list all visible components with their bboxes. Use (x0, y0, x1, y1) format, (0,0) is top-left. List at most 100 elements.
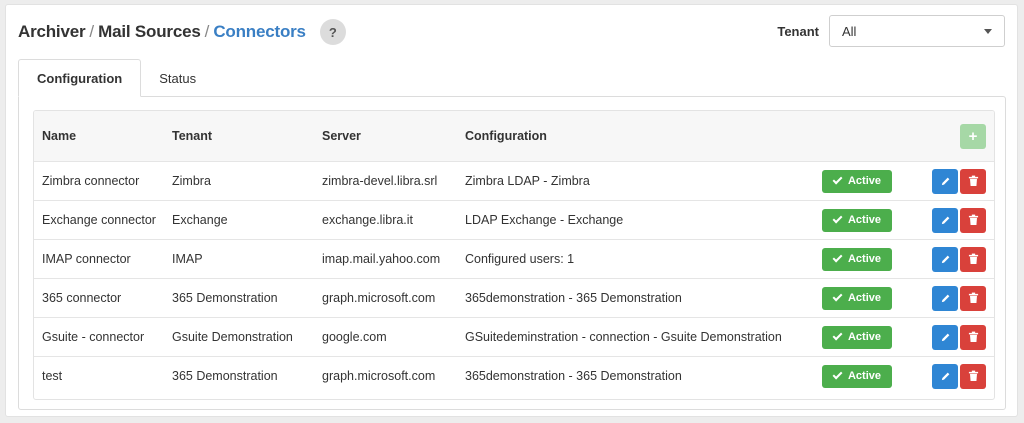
chevron-down-icon (984, 28, 992, 34)
cell-tenant: Exchange (172, 213, 228, 227)
breadcrumb-separator: / (89, 22, 95, 41)
delete-button[interactable] (960, 207, 986, 233)
status-badge: Active (822, 286, 892, 310)
connectors-table: Name Tenant Server Configuration + Zimbr… (33, 110, 995, 400)
cell-tenant: 365 Demonstration (172, 369, 278, 383)
edit-button[interactable] (932, 363, 958, 389)
status-label: Active (847, 175, 882, 187)
tenant-selected-value: All (842, 23, 857, 39)
trash-icon (968, 331, 978, 343)
tenant-filter: Tenant All (777, 15, 1005, 47)
status-badge: Active (822, 247, 892, 271)
help-button[interactable]: ? (319, 19, 346, 45)
pencil-icon (941, 216, 949, 224)
cell-actions (918, 207, 994, 233)
pencil-icon (941, 255, 949, 263)
cell-actions (918, 168, 994, 194)
trash-icon (968, 253, 978, 265)
delete-button[interactable] (960, 324, 986, 350)
table-row: test 365 Demonstration graph.microsoft.c… (34, 356, 994, 395)
cell-configuration: 365demonstration - 365 Demonstration (465, 291, 682, 305)
cell-tenant: Gsuite Demonstration (172, 330, 293, 344)
cell-actions (918, 285, 994, 311)
delete-button[interactable] (960, 363, 986, 389)
cell-status: Active (822, 325, 918, 349)
tab-status[interactable]: Status (141, 59, 214, 97)
pencil-icon (941, 177, 949, 185)
edit-button[interactable] (932, 246, 958, 272)
cell-configuration: Zimbra LDAP - Zimbra (465, 174, 590, 188)
breadcrumb-mail-sources[interactable]: Mail Sources (98, 22, 201, 42)
delete-button[interactable] (960, 285, 986, 311)
cell-name: test (42, 369, 63, 383)
main-panel: Archiver / Mail Sources / Connectors ? T… (5, 4, 1018, 417)
cell-tenant: IMAP (172, 252, 203, 266)
cell-status: Active (822, 286, 918, 310)
cell-name: Exchange connector (42, 213, 156, 227)
cell-server: exchange.libra.it (322, 213, 414, 227)
pencil-icon (941, 294, 949, 302)
cell-actions (918, 246, 994, 272)
check-icon (832, 213, 843, 224)
trash-icon (968, 370, 978, 382)
pencil-icon (941, 333, 949, 341)
check-icon (832, 252, 843, 263)
header-tenant: Tenant (172, 129, 213, 143)
cell-configuration: Configured users: 1 (465, 252, 575, 266)
status-label: Active (847, 253, 882, 265)
tenant-select[interactable]: All (829, 15, 1005, 47)
cell-configuration: GSuitedeminstration - connection - Gsuit… (465, 330, 782, 344)
status-label: Active (847, 370, 882, 382)
header-name: Name (42, 129, 77, 143)
cell-status: Active (822, 169, 918, 193)
cell-server: imap.mail.yahoo.com (322, 252, 441, 266)
check-icon (832, 174, 843, 185)
status-label: Active (847, 331, 882, 343)
breadcrumb-connectors: Connectors (213, 22, 306, 41)
cell-name: 365 connector (42, 291, 122, 305)
cell-actions (918, 363, 994, 389)
table-header-row: Name Tenant Server Configuration + (34, 111, 994, 161)
cell-status: Active (822, 208, 918, 232)
cell-tenant: 365 Demonstration (172, 291, 278, 305)
header-configuration: Configuration (465, 129, 547, 143)
table-body: Zimbra connector Zimbra zimbra-devel.lib… (34, 161, 994, 395)
edit-button[interactable] (932, 207, 958, 233)
cell-name: Zimbra connector (42, 174, 140, 188)
status-label: Active (847, 214, 882, 226)
status-badge: Active (822, 208, 892, 232)
cell-status: Active (822, 364, 918, 388)
table-row: 365 connector 365 Demonstration graph.mi… (34, 278, 994, 317)
check-icon (832, 369, 843, 380)
edit-button[interactable] (932, 285, 958, 311)
cell-server: graph.microsoft.com (322, 369, 436, 383)
tenant-label: Tenant (777, 23, 819, 39)
cell-status: Active (822, 247, 918, 271)
table-row: Zimbra connector Zimbra zimbra-devel.lib… (34, 161, 994, 200)
cell-server: zimbra-devel.libra.srl (322, 174, 438, 188)
delete-button[interactable] (960, 168, 986, 194)
pencil-icon (941, 372, 949, 380)
add-connector-button[interactable]: + (960, 123, 986, 149)
breadcrumb-separator: / (204, 22, 210, 41)
cell-configuration: 365demonstration - 365 Demonstration (465, 369, 682, 383)
cell-tenant: Zimbra (172, 174, 211, 188)
table-row: Exchange connector Exchange exchange.lib… (34, 200, 994, 239)
edit-button[interactable] (932, 168, 958, 194)
edit-button[interactable] (932, 324, 958, 350)
check-icon (832, 330, 843, 341)
tab-configuration[interactable]: Configuration (18, 59, 142, 97)
cell-name: IMAP connector (42, 252, 131, 266)
status-label: Active (847, 292, 882, 304)
cell-actions (918, 324, 994, 350)
cell-server: google.com (322, 330, 387, 344)
trash-icon (968, 175, 978, 187)
breadcrumb-archiver[interactable]: Archiver (18, 22, 86, 42)
page-header: Archiver / Mail Sources / Connectors ? (18, 19, 346, 45)
tab-bar: Configuration Status (18, 59, 214, 97)
trash-icon (968, 292, 978, 304)
status-badge: Active (822, 169, 892, 193)
delete-button[interactable] (960, 246, 986, 272)
check-icon (832, 291, 843, 302)
status-badge: Active (822, 364, 892, 388)
